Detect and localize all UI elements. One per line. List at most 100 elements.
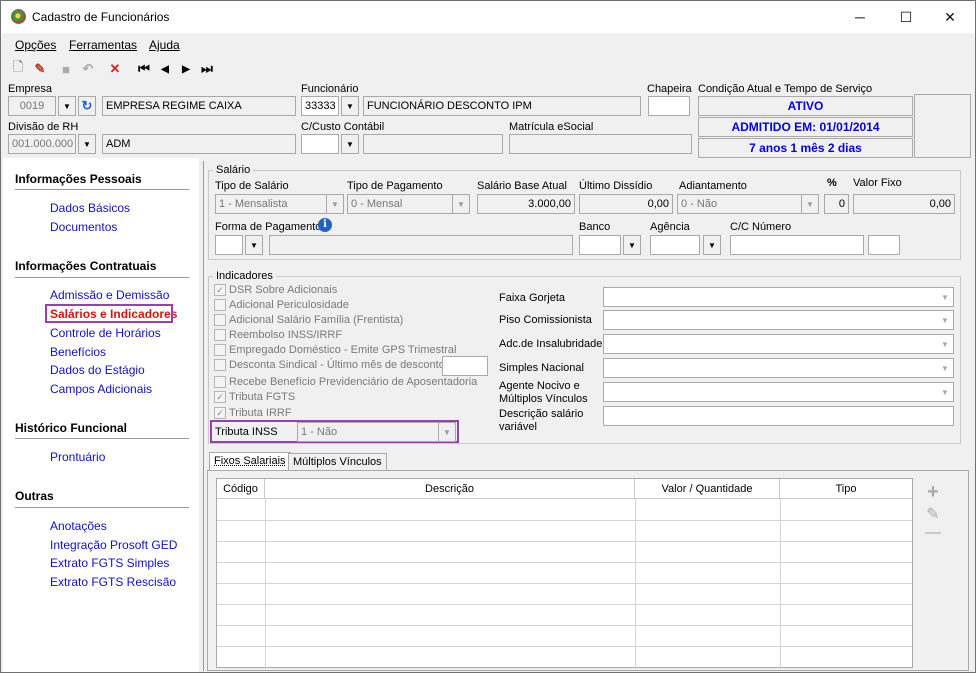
info-icon[interactable]: i	[318, 218, 332, 232]
empresa-dropdown[interactable]: ▼	[58, 96, 76, 116]
forma-pagamento-dropdown[interactable]: ▼	[245, 235, 263, 255]
check-aposentadoria[interactable]: Recebe Benefício Previdenciário de Apose…	[214, 376, 477, 388]
banco-field[interactable]	[579, 235, 621, 255]
ccusto-code-field[interactable]	[301, 134, 339, 154]
funcionario-dropdown[interactable]: ▼	[341, 96, 359, 116]
last-record-icon[interactable]: ⏭	[198, 60, 216, 78]
nav-item-beneficios[interactable]: Benefícios	[50, 345, 106, 359]
checkbox-icon	[214, 329, 226, 341]
add-icon[interactable]: +	[921, 481, 945, 504]
percent-field[interactable]: 0	[824, 194, 849, 214]
tributa-inss-dropdown[interactable]: ▼	[438, 422, 456, 442]
menu-opcoes[interactable]: Opções	[15, 38, 56, 52]
table-row	[217, 541, 912, 542]
fixos-table[interactable]: Código Descrição Valor / Quantidade Tipo	[216, 478, 913, 669]
nav-item-fgts-rescisao[interactable]: Extrato FGTS Rescisão	[50, 575, 176, 589]
divisao-dropdown[interactable]: ▼	[78, 134, 96, 154]
empresa-code-field[interactable]: 0019	[8, 96, 56, 116]
check-sindical[interactable]: Desconta Sindical - Último mês de descon…	[214, 359, 445, 371]
nav-item-campos-adicionais[interactable]: Campos Adicionais	[50, 382, 152, 396]
service-time-badge: 7 anos 1 mês 2 dias	[698, 138, 913, 158]
nav-item-horarios[interactable]: Controle de Horários	[50, 326, 161, 340]
first-record-icon[interactable]: ⏮	[135, 60, 153, 78]
agencia-field[interactable]	[650, 235, 700, 255]
cc-numero-field[interactable]	[730, 235, 864, 255]
banco-dropdown[interactable]: ▼	[623, 235, 641, 255]
check-periculosidade[interactable]: Adicional Periculosidade	[214, 299, 349, 311]
ccusto-dropdown[interactable]: ▼	[341, 134, 359, 154]
nav-item-dados-basicos[interactable]: Dados Básicos	[50, 201, 130, 215]
insalubridade-select[interactable]: ▼	[603, 334, 954, 354]
piso-comissionista-select[interactable]: ▼	[603, 310, 954, 330]
undo-icon[interactable]: ↶	[79, 60, 97, 78]
next-record-icon[interactable]: ▶	[177, 60, 195, 78]
nav-item-ged[interactable]: Integração Prosoft GED	[50, 538, 177, 552]
salario-base-label: Salário Base Atual	[477, 180, 567, 192]
menu-ferramentas[interactable]: Ferramentas	[69, 38, 137, 52]
nav-item-fgts-simples[interactable]: Extrato FGTS Simples	[50, 556, 169, 570]
percent-label: %	[827, 177, 837, 189]
matricula-field[interactable]	[509, 134, 692, 154]
forma-pagamento-field[interactable]	[215, 235, 243, 255]
save-icon[interactable]: ■	[57, 60, 75, 78]
salario-base-field[interactable]: 3.000,00	[477, 194, 575, 214]
agencia-dropdown[interactable]: ▼	[703, 235, 721, 255]
nav-item-anotacoes[interactable]: Anotações	[50, 519, 107, 533]
tipo-pagamento-dropdown[interactable]: ▼	[452, 194, 470, 214]
edit-row-icon[interactable]: ✎	[921, 504, 945, 524]
forma-pagamento-desc-field	[269, 235, 573, 255]
chevron-down-icon: ▼	[941, 315, 949, 325]
cc-digito-field[interactable]	[868, 235, 900, 255]
edit-icon[interactable]: ✎	[31, 60, 49, 78]
nav-item-estagio[interactable]: Dados do Estágio	[50, 363, 145, 377]
nav-item-prontuario[interactable]: Prontuário	[50, 450, 105, 464]
check-fgts[interactable]: ✓ Tributa FGTS	[214, 391, 295, 403]
column-header-codigo[interactable]: Código	[217, 479, 265, 499]
descricao-variavel-field[interactable]	[603, 406, 954, 426]
minimize-button[interactable]: ─	[843, 7, 877, 27]
chapeira-field[interactable]	[648, 96, 690, 116]
check-salario-familia[interactable]: Adicional Salário Família (Frentista)	[214, 314, 403, 326]
tributa-inss-field[interactable]: 1 - Não	[297, 422, 439, 442]
tipo-salario-dropdown[interactable]: ▼	[326, 194, 344, 214]
check-domestico[interactable]: Empregado Doméstico - Emite GPS Trimestr…	[214, 344, 456, 356]
nav-item-admissao[interactable]: Admissão e Demissão	[50, 288, 169, 302]
tab-fixos-salariais[interactable]: Fixos Salariais	[209, 452, 291, 470]
menu-ajuda[interactable]: Ajuda	[149, 38, 180, 52]
nav-divider	[15, 507, 189, 508]
indicadores-group-title: Indicadores	[213, 270, 276, 282]
photo-panel[interactable]	[914, 94, 971, 158]
funcionario-code-field[interactable]: 33333	[301, 96, 339, 116]
adiantamento-field[interactable]: 0 - Não	[677, 194, 803, 214]
table-row	[217, 646, 912, 647]
tab-multiplos-vinculos[interactable]: Múltiplos Vínculos	[288, 453, 387, 471]
nav-item-documentos[interactable]: Documentos	[50, 220, 117, 234]
faixa-gorjeta-select[interactable]: ▼	[603, 287, 954, 307]
chevron-down-icon: ▼	[941, 339, 949, 349]
agente-nocivo-select[interactable]: ▼	[603, 382, 954, 402]
tipo-pagamento-field[interactable]: 0 - Mensal	[347, 194, 453, 214]
refresh-icon[interactable]: ↻	[78, 96, 96, 116]
check-irrf[interactable]: ✓ Tributa IRRF	[214, 407, 292, 419]
tipo-salario-field[interactable]: 1 - Mensalista	[215, 194, 327, 214]
title-bar: Cadastro de Funcionários ─ ☐ ✕	[1, 1, 975, 33]
maximize-button[interactable]: ☐	[889, 7, 923, 27]
close-button[interactable]: ✕	[933, 7, 967, 27]
delete-icon[interactable]: ✕	[106, 60, 124, 78]
simples-nacional-select[interactable]: ▼	[603, 358, 954, 378]
new-icon[interactable]: 🗋	[9, 59, 27, 78]
check-reembolso[interactable]: Reembolso INSS/IRRF	[214, 329, 342, 341]
divisao-code-field[interactable]: 001.000.000	[8, 134, 76, 154]
column-header-valor[interactable]: Valor / Quantidade	[635, 479, 780, 499]
column-header-tipo[interactable]: Tipo	[780, 479, 912, 499]
check-dsr[interactable]: ✓ DSR Sobre Adicionais	[214, 284, 337, 296]
column-header-descricao[interactable]: Descrição	[265, 479, 635, 499]
ultimo-dissidio-field[interactable]: 0,00	[579, 194, 673, 214]
tipo-pagamento-label: Tipo de Pagamento	[347, 180, 443, 192]
valor-fixo-field[interactable]: 0,00	[853, 194, 955, 214]
remove-icon[interactable]: —	[921, 524, 945, 542]
sindical-month-field[interactable]	[442, 356, 488, 376]
window-title: Cadastro de Funcionários	[32, 10, 170, 24]
prev-record-icon[interactable]: ◀	[156, 60, 174, 78]
adiantamento-dropdown[interactable]: ▼	[801, 194, 819, 214]
